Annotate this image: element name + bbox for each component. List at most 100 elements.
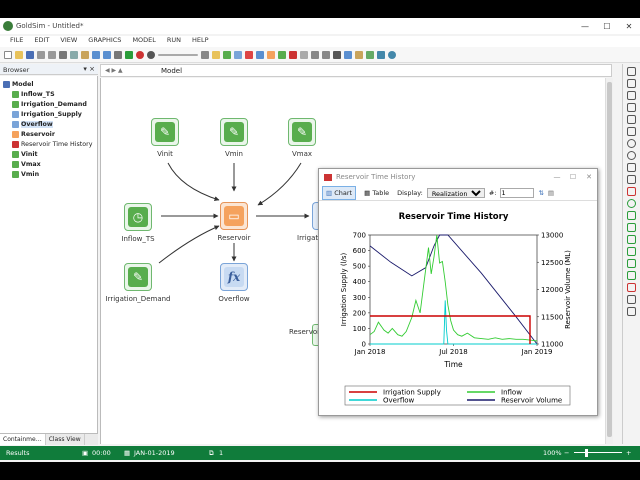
- paste-icon[interactable]: [81, 50, 89, 59]
- reset-icon[interactable]: [147, 50, 155, 59]
- dashboard-icon[interactable]: [366, 50, 374, 59]
- link-icon[interactable]: [322, 50, 330, 59]
- chart-minimize-button[interactable]: —: [549, 173, 565, 181]
- cut-icon[interactable]: [59, 50, 67, 59]
- realization-input[interactable]: [500, 187, 535, 198]
- chart-tool-icon[interactable]: [627, 187, 636, 196]
- chart-style-icon[interactable]: ⇅: [538, 189, 543, 197]
- tree-item-overflow[interactable]: Overflow: [0, 119, 97, 129]
- copy-icon[interactable]: [70, 50, 78, 59]
- report-icon[interactable]: [377, 50, 385, 59]
- reservoir-node[interactable]: ▭: [220, 202, 248, 230]
- curve-tool-icon[interactable]: [627, 127, 636, 136]
- step-icon[interactable]: [201, 50, 209, 59]
- chart-properties-icon[interactable]: ▤: [548, 189, 554, 197]
- radio-tool-icon[interactable]: [627, 271, 636, 280]
- properties-icon[interactable]: [114, 50, 122, 59]
- irrigation-demand-node[interactable]: ✎: [124, 263, 152, 291]
- menu-graphics[interactable]: GRAPHICS: [88, 36, 121, 47]
- slider-tool-icon[interactable]: [627, 235, 636, 244]
- tab-chart[interactable]: ▥ Chart: [322, 185, 357, 200]
- vmax-node[interactable]: ✎: [288, 118, 316, 146]
- search-icon[interactable]: [92, 50, 100, 59]
- checkbox-tool-icon[interactable]: [627, 247, 636, 256]
- menu-view[interactable]: VIEW: [60, 36, 77, 47]
- zoom-slider[interactable]: [574, 452, 622, 453]
- chart-maximize-button[interactable]: ☐: [565, 173, 581, 181]
- ellipse-tool-icon[interactable]: [627, 139, 636, 148]
- function-icon[interactable]: [256, 50, 264, 59]
- menu-file[interactable]: FILE: [10, 36, 23, 47]
- breadcrumb-label[interactable]: Model: [161, 67, 182, 75]
- button-tool-icon[interactable]: [627, 223, 636, 232]
- vinit-node[interactable]: ✎: [151, 118, 179, 146]
- tab-containment[interactable]: Containme…: [0, 434, 46, 445]
- script-icon[interactable]: [311, 50, 319, 59]
- chart-icon[interactable]: [289, 50, 297, 59]
- overflow-node[interactable]: fx: [220, 263, 248, 291]
- vmin-node[interactable]: ✎: [220, 118, 248, 146]
- menu-help[interactable]: HELP: [192, 36, 209, 47]
- close-button[interactable]: ✕: [618, 22, 640, 31]
- browser-pin-icon[interactable]: ▾ ⨯: [83, 65, 95, 73]
- zoom-slider-thumb[interactable]: [585, 449, 588, 457]
- container-icon[interactable]: [212, 50, 220, 59]
- run-icon[interactable]: [125, 50, 133, 59]
- chart-close-button[interactable]: ✕: [581, 173, 597, 181]
- lookup-icon[interactable]: [300, 50, 308, 59]
- canvas-scrollbar[interactable]: [605, 78, 613, 444]
- tree-item-irrigation-supply[interactable]: Irrigation_Supply: [0, 109, 97, 119]
- gauge-tool-icon[interactable]: [627, 283, 636, 292]
- circle-tool-icon[interactable]: [627, 151, 636, 160]
- breadcrumb-nav-icons[interactable]: ◀ ▶ ▲: [105, 67, 123, 74]
- help-icon[interactable]: [388, 50, 396, 59]
- tree-item-reservoir[interactable]: Reservoir: [0, 129, 97, 139]
- event-icon[interactable]: [245, 50, 253, 59]
- menu-run[interactable]: RUN: [167, 36, 181, 47]
- redo-icon[interactable]: [48, 50, 56, 59]
- list-tool-icon[interactable]: [627, 259, 636, 268]
- text-tool-icon[interactable]: [627, 163, 636, 172]
- data-element-icon[interactable]: [223, 50, 231, 59]
- expression-icon[interactable]: [234, 50, 242, 59]
- undo-icon[interactable]: [37, 50, 45, 59]
- chart-window-titlebar[interactable]: Reservoir Time History — ☐ ✕: [319, 169, 597, 185]
- new-icon[interactable]: [4, 50, 12, 59]
- tree-item-reservoir-time-history[interactable]: Reservoir Time History: [0, 139, 97, 149]
- tree-item-vmax[interactable]: Vmax: [0, 159, 97, 169]
- zoom-out-icon[interactable]: −: [564, 449, 569, 457]
- globe-tool-icon[interactable]: [627, 199, 636, 208]
- text-icon[interactable]: [333, 50, 341, 59]
- table-tool-icon[interactable]: [627, 295, 636, 304]
- tab-class-view[interactable]: Class View: [46, 434, 85, 445]
- tab-table[interactable]: ▦ Table: [360, 186, 393, 200]
- tag-icon[interactable]: [355, 50, 363, 59]
- tree-item-irrigation-demand[interactable]: Irrigation_Demand: [0, 99, 97, 109]
- display-select[interactable]: Realization: [426, 187, 485, 198]
- tree-item-inflow-ts[interactable]: Inflow_TS: [0, 89, 97, 99]
- image-tool-icon[interactable]: [627, 175, 636, 184]
- tree-item-model[interactable]: Model: [0, 79, 97, 89]
- image-icon[interactable]: [344, 50, 352, 59]
- tree-item-vinit[interactable]: Vinit: [0, 149, 97, 159]
- info-tool-icon[interactable]: [627, 307, 636, 316]
- delay-icon[interactable]: [278, 50, 286, 59]
- menu-edit[interactable]: EDIT: [34, 36, 49, 47]
- maximize-button[interactable]: ☐: [596, 22, 618, 31]
- save-icon[interactable]: [26, 50, 34, 59]
- open-icon[interactable]: [15, 50, 23, 59]
- minimize-button[interactable]: —: [574, 22, 596, 31]
- dashboard-tool-icon[interactable]: [627, 211, 636, 220]
- inflow-ts-node[interactable]: ◷: [124, 203, 152, 231]
- line-tool-icon[interactable]: [627, 79, 636, 88]
- pointer-tool-icon[interactable]: [627, 67, 636, 76]
- rectangle-tool-icon[interactable]: [627, 115, 636, 124]
- filter-icon[interactable]: [103, 50, 111, 59]
- stock-icon[interactable]: [267, 50, 275, 59]
- triangle-tool-icon[interactable]: [627, 103, 636, 112]
- scrollbar-thumb[interactable]: [607, 82, 612, 437]
- time-slider-icon[interactable]: [158, 53, 198, 56]
- stop-icon[interactable]: [136, 50, 144, 59]
- tree-item-vmin[interactable]: Vmin: [0, 169, 97, 179]
- polyline-tool-icon[interactable]: [627, 91, 636, 100]
